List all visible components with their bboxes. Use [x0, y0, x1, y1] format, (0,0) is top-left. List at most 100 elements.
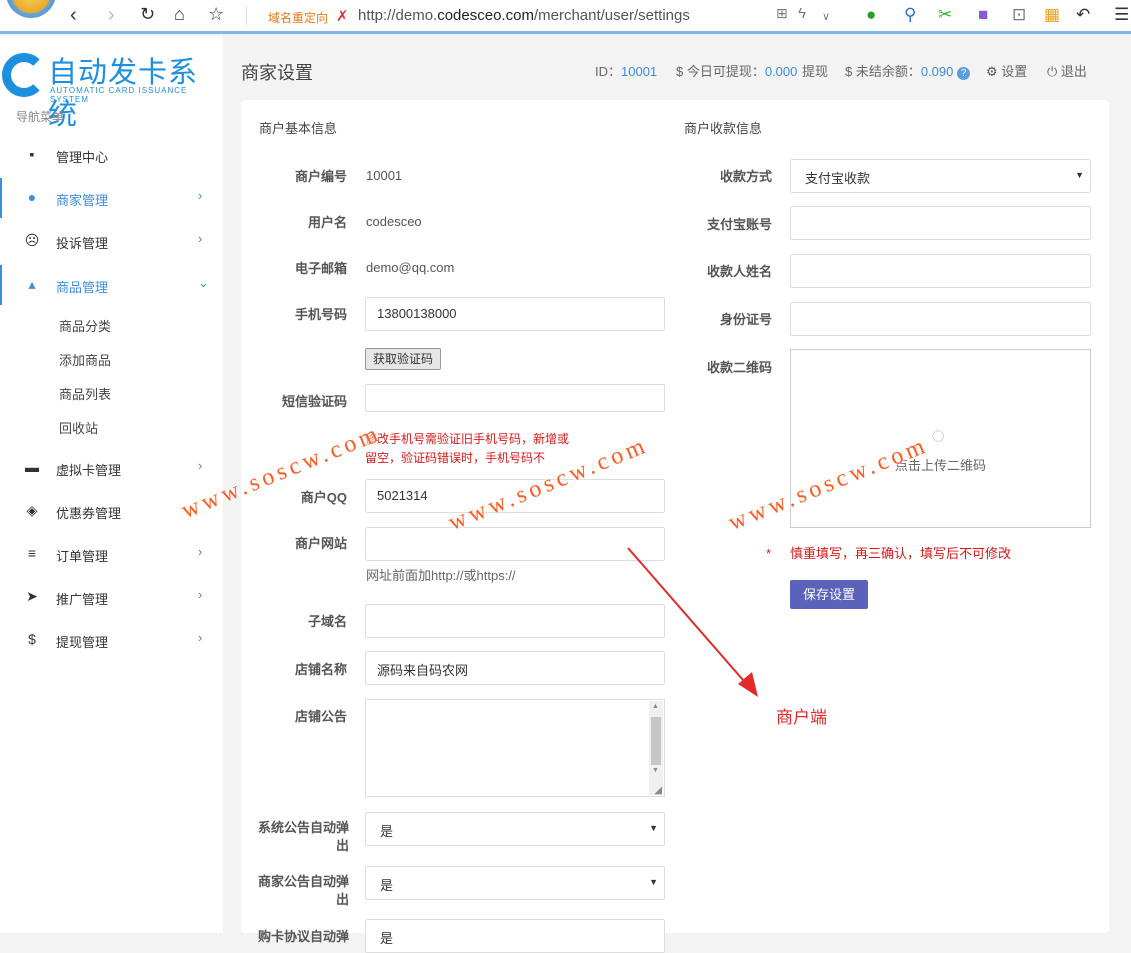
menu-icon[interactable]: ☰ [1114, 5, 1129, 25]
chevron-right-icon: › [198, 458, 203, 473]
submenu-item-product-list[interactable]: 商品列表 [59, 384, 111, 403]
basic-info-title: 商户基本信息 [259, 121, 338, 136]
scroll-down-icon[interactable]: ▼ [652, 767, 659, 774]
settings-link[interactable]: ⚙ 设置 [986, 61, 1027, 80]
undo-icon[interactable]: ↶ [1076, 5, 1090, 25]
logout-link[interactable]: ⏻ 退出 [1047, 61, 1087, 80]
chevron-down-icon[interactable]: ∨ [822, 10, 830, 23]
merchant-id: ID：10001 [595, 64, 658, 79]
home-icon[interactable]: ⌂ [174, 4, 185, 25]
address-bar[interactable]: http://demo.codesceo.com/merchant/user/s… [358, 7, 690, 24]
send-icon: ➤ [26, 588, 38, 604]
screenshot-icon[interactable]: ⊡ [1012, 5, 1026, 25]
brand-subtitle: AUTOMATIC CARD ISSUANCE SYSTEM [50, 86, 188, 104]
sidebar-item-withdrawal[interactable]: $ 提现管理 › [0, 620, 223, 660]
dollar-icon: $ [28, 631, 36, 647]
sms-hint-line-2: 留空，验证码错误时，手机号码不 [365, 451, 546, 465]
help-icon[interactable]: ? [957, 67, 971, 80]
username-label: 用户名 [307, 215, 347, 230]
qrcode-upload[interactable]: ◌ 点击上传二维码 [790, 349, 1091, 528]
resize-handle-icon[interactable]: ◢ [654, 785, 662, 796]
sidebar-item-label: 商家管理 [56, 193, 109, 208]
search-icon[interactable]: ⚲ [904, 5, 916, 25]
card-icon: ▬ [25, 459, 39, 475]
purchase-agreement-popup-label: 购卡协议自动弹 [257, 929, 349, 944]
shop-notice-textarea[interactable]: ▲ ▼ ◢ [365, 699, 665, 797]
submenu-item-recycle-bin[interactable]: 回收站 [59, 418, 98, 437]
payee-name-input[interactable] [790, 254, 1091, 288]
qr-icon[interactable]: ⊞ [776, 5, 788, 22]
reload-icon[interactable]: ↻ [140, 4, 155, 25]
brand-logo[interactable]: 自动发卡系统 AUTOMATIC CARD ISSUANCE SYSTEM [0, 43, 223, 131]
shop-name-input[interactable]: 源码来自码农网 [365, 651, 665, 685]
lightning-icon[interactable]: ϟ [798, 5, 806, 22]
chevron-right-icon: › [198, 587, 203, 602]
caret-down-icon: ▼ [649, 877, 658, 887]
sms-code-input[interactable] [365, 384, 665, 412]
submenu-item-category[interactable]: 商品分类 [59, 316, 111, 335]
sidebar-item-products[interactable]: ▴ 商品管理 ⌄ [0, 265, 223, 305]
list-icon: ≡ [27, 545, 37, 561]
payment-info-title: 商户收款信息 [684, 121, 763, 136]
textarea-scrollbar[interactable]: ▲ ▼ [649, 701, 663, 795]
sidebar-item-complaints[interactable]: ☹ 投诉管理 › [0, 221, 223, 261]
user-icon: ● [27, 189, 37, 205]
sms-hint-line-1: 修改手机号需验证旧手机号码，新增或 [365, 432, 570, 446]
chevron-right-icon: › [198, 231, 203, 246]
sidebar-item-label: 订单管理 [56, 549, 109, 564]
save-button[interactable]: 保存设置 [790, 580, 868, 609]
sidebar-item-dashboard[interactable]: ▪ 管理中心 [0, 135, 223, 175]
sidebar-item-label: 优惠券管理 [56, 506, 122, 521]
username-value: codesceo [366, 214, 422, 229]
alipay-account-input[interactable] [790, 206, 1091, 240]
website-hint: 网址前面加http://或https:// [366, 568, 516, 583]
shop-name-label: 店铺名称 [294, 662, 347, 677]
scrollbar-thumb[interactable] [651, 717, 661, 765]
sidebar-item-label: 投诉管理 [56, 236, 109, 251]
unsettled-balance: $ 未结余额：0.090 ? [845, 61, 971, 80]
sidebar-item-orders[interactable]: ≡ 订单管理 › [0, 534, 223, 574]
subdomain-input[interactable] [365, 604, 665, 638]
id-card-input[interactable] [790, 302, 1091, 336]
sidebar-item-virtual-card[interactable]: ▬ 虚拟卡管理 › [0, 448, 223, 488]
chevron-right-icon: › [198, 188, 203, 203]
apps-icon[interactable]: ▦ [1044, 5, 1060, 25]
sidebar-item-merchant[interactable]: ● 商家管理 › [0, 178, 223, 218]
phone-input[interactable]: 13800138000 [365, 297, 665, 331]
sidebar-item-label: 管理中心 [56, 150, 109, 165]
gear-icon: ⚙ [986, 64, 998, 79]
chevron-down-icon: ⌄ [198, 275, 209, 290]
forward-icon[interactable]: › [108, 4, 115, 27]
warning-text: 慎重填写，再三确认，填写后不可修改 [790, 546, 1012, 561]
website-input[interactable] [365, 527, 665, 561]
system-popup-select[interactable]: 是 ▼ [365, 812, 665, 846]
purchase-agreement-popup-select[interactable]: 是 [365, 919, 665, 953]
email-label: 电子邮箱 [294, 261, 347, 276]
upload-icon: ◌ [931, 422, 946, 449]
annotation-label: 商户端 [776, 708, 827, 727]
payment-method-select[interactable]: 支付宝收款 ▼ [790, 159, 1091, 193]
submenu-item-add-product[interactable]: 添加商品 [59, 350, 111, 369]
phone-label: 手机号码 [294, 307, 347, 322]
sidebar-item-label: 商品管理 [56, 280, 109, 295]
menu-heading: 导航菜单 [16, 110, 65, 124]
extension-icon[interactable]: ■ [978, 5, 988, 25]
merchant-popup-select[interactable]: 是 ▼ [365, 866, 665, 900]
scroll-up-icon[interactable]: ▲ [652, 703, 659, 710]
translate-icon[interactable]: ● [866, 5, 876, 25]
dashboard-icon: ▪ [29, 146, 35, 162]
caret-down-icon: ▼ [649, 823, 658, 833]
bookmark-star-icon[interactable]: ☆ [208, 4, 224, 25]
back-icon[interactable]: ‹ [70, 4, 77, 27]
get-code-button[interactable]: 获取验证码 [365, 348, 441, 370]
withdraw-link[interactable]: 提现 [802, 61, 828, 80]
sidebar-item-promotion[interactable]: ➤ 推广管理 › [0, 577, 223, 617]
scissors-icon[interactable]: ✂ [938, 5, 952, 25]
power-icon: ⏻ [1047, 64, 1058, 79]
id-card-label: 身份证号 [719, 312, 772, 327]
email-value: demo@qq.com [366, 260, 455, 275]
caret-down-icon: ▼ [1075, 170, 1084, 180]
sidebar-item-label: 提现管理 [56, 635, 109, 650]
toolbar-divider [246, 6, 247, 26]
website-label: 商户网站 [294, 536, 347, 551]
